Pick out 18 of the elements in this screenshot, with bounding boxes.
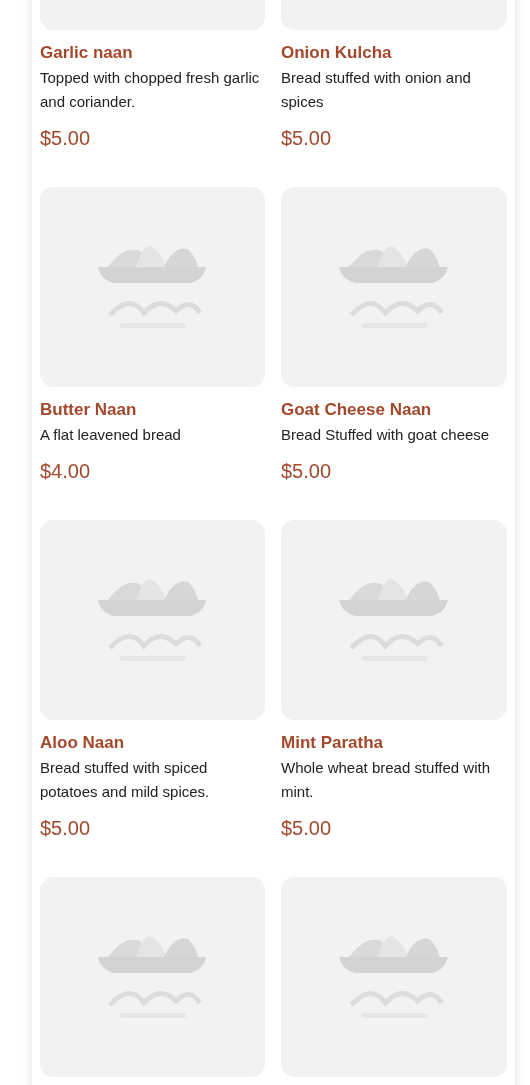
item-price: $5.00 — [40, 816, 92, 840]
item-price: $5.00 — [281, 126, 333, 150]
item-name[interactable]: Garlic naan — [40, 42, 265, 64]
item-name[interactable]: Butter Naan — [40, 399, 265, 421]
item-price: $4.00 — [40, 459, 92, 483]
item-name[interactable]: Onion Kulcha — [281, 42, 507, 64]
item-description: Bread stuffed with onion and spices — [281, 68, 472, 112]
item-name[interactable]: Goat Cheese Naan — [281, 399, 507, 421]
item-description: Whole wheat bread stuffed with mint. — [281, 758, 491, 802]
item-name[interactable]: Mint Paratha — [281, 732, 507, 754]
item-price: $5.00 — [40, 126, 92, 150]
item-name[interactable]: Aloo Naan — [40, 732, 265, 754]
item-description: Bread stuffed with spiced potatoes and mild spices. — [40, 758, 211, 802]
item-price: $5.00 — [281, 459, 333, 483]
item-description: Topped with chopped fresh garlic and coriander. — [40, 68, 261, 112]
item-price: $5.00 — [281, 816, 333, 840]
item-description: Bread Stuffed with goat cheese — [281, 425, 491, 445]
item-description: A flat leavened bread — [40, 425, 182, 445]
